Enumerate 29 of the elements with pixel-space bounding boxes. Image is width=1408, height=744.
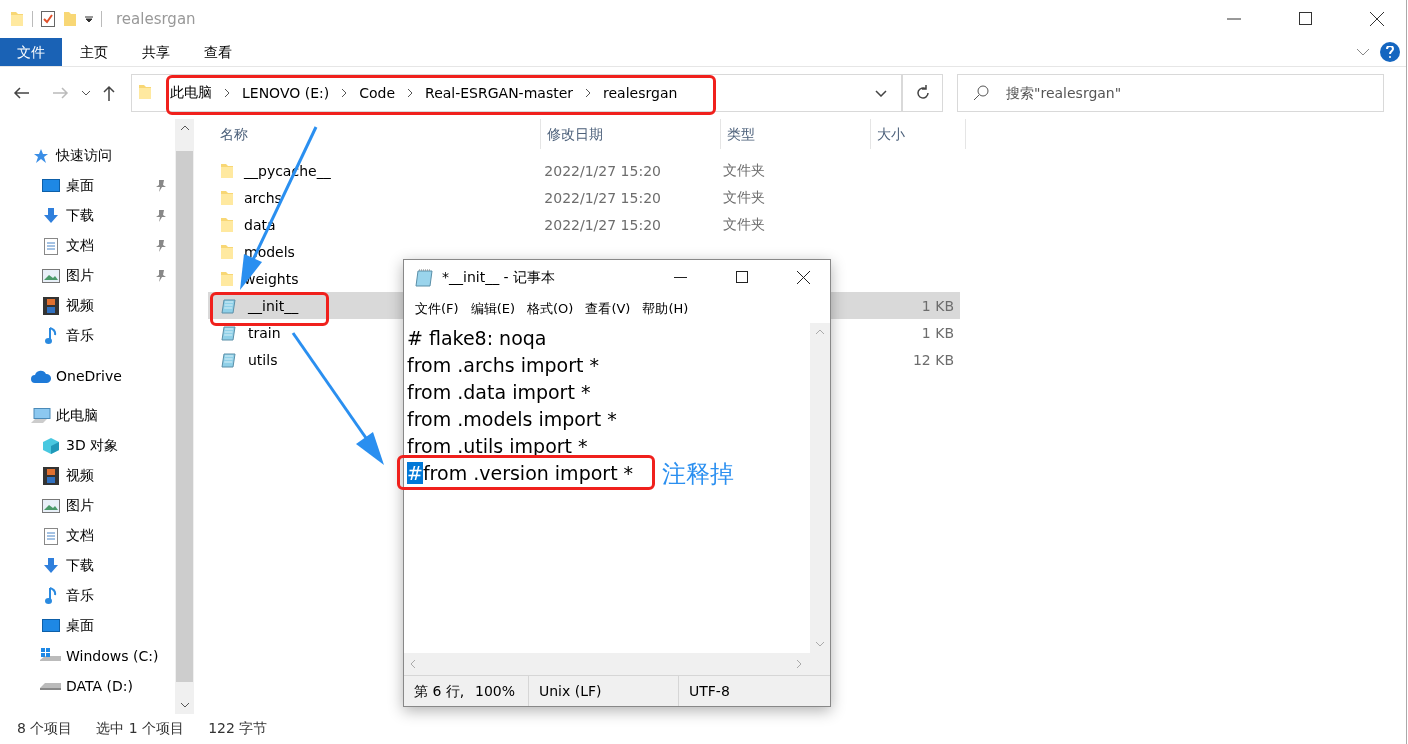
code-line: from .archs import * [407, 353, 601, 378]
modified-date: 2022/1/27 15:20 [544, 216, 661, 233]
file-size: 12 KB [912, 351, 954, 368]
window-title: *__init__ - 记事本 [442, 268, 556, 287]
file-size: 1 KB [921, 324, 954, 341]
file-name: train [248, 324, 281, 341]
modified-date: 2022/1/27 15:20 [544, 162, 661, 179]
file-name: utils [248, 351, 278, 368]
status-text: 第 6 行, [413, 682, 466, 701]
status-text: UTF-8 [678, 676, 818, 706]
code-line: from .models import * [407, 407, 618, 432]
annotation-text: 注释掉 [662, 459, 734, 490]
file-type: 文件夹 [722, 161, 765, 178]
file-name: __init__ [248, 297, 299, 314]
status-text: 100% [474, 682, 517, 701]
status-text: 122 字节 [208, 720, 268, 738]
window-title: realesrgan [116, 10, 196, 28]
code-line: # flake8: noqa [407, 326, 548, 351]
modified-date: 2022/1/27 15:20 [544, 189, 661, 206]
status-text: Unix (LF) [528, 676, 678, 706]
file-name: weights [244, 270, 299, 287]
file-type: 文件夹 [722, 215, 765, 232]
file-type: 文件夹 [722, 188, 765, 205]
status-text: 选中 1 个项目 [96, 720, 185, 738]
code-line: from .utils import * [407, 434, 589, 459]
code-line: from .data import * [407, 380, 592, 405]
file-size: 1 KB [921, 297, 954, 314]
file-name: archs [244, 189, 282, 206]
status-text: 8 个项目 [17, 720, 73, 738]
